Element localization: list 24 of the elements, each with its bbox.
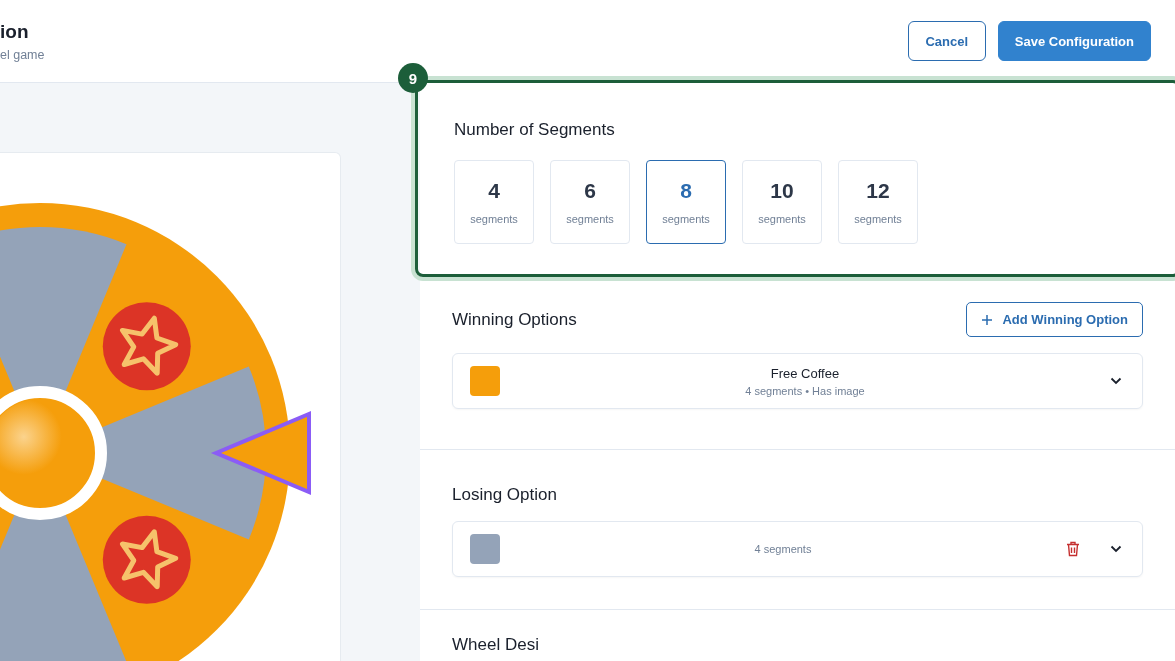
segment-option[interactable]: 8 segments <box>646 160 726 244</box>
chevron-down-icon[interactable] <box>1110 377 1122 385</box>
section-heading: Losing Option <box>452 485 558 505</box>
cancel-button[interactable]: Cancel <box>907 21 986 61</box>
option-details: 4 segments • Has image <box>745 384 865 397</box>
option-name: Free Coffee <box>770 365 840 381</box>
segment-option[interactable]: 10 segments <box>742 160 822 244</box>
page-subtitle: el game <box>0 48 45 62</box>
section-heading: Number of Segments <box>454 120 616 140</box>
annotation-badge: 9 <box>398 63 428 93</box>
section-heading: Wheel Desi <box>452 636 540 654</box>
option-details: 4 segments <box>754 543 812 555</box>
segment-option[interactable]: 6 segments <box>550 160 630 244</box>
add-option-button[interactable]: Add Winning Option <box>966 302 1143 337</box>
option-row[interactable]: 4 segments <box>452 521 1143 577</box>
save-button[interactable]: Save Configuration <box>997 21 1151 61</box>
chevron-down-icon[interactable] <box>1110 545 1122 553</box>
plus-icon <box>981 313 994 326</box>
section-heading: Winning Options <box>452 309 577 330</box>
segment-option[interactable]: 4 segments <box>454 160 534 244</box>
trash-icon[interactable] <box>1066 541 1080 557</box>
option-row[interactable]: Free Coffee 4 segments • Has image <box>452 353 1143 409</box>
page-title: ion <box>0 21 30 43</box>
segment-option[interactable]: 12 segments <box>838 160 918 244</box>
